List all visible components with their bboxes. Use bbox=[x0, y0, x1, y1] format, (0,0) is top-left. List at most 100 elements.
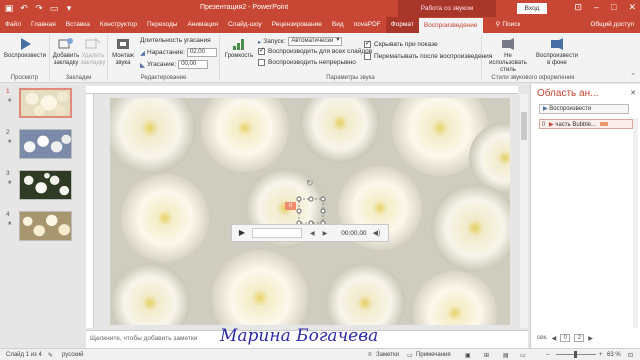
tab-slideshow[interactable]: Слайд-шоу bbox=[223, 17, 267, 33]
search-icon[interactable]: ⚲ bbox=[496, 17, 501, 33]
tab-home[interactable]: Главная bbox=[26, 17, 61, 33]
player-play-icon[interactable]: ▶ bbox=[236, 227, 248, 239]
search-label[interactable]: Поиск bbox=[502, 17, 520, 33]
rewind-checkbox[interactable] bbox=[364, 53, 371, 60]
signin-button[interactable]: Вход bbox=[517, 3, 547, 14]
status-notes-button[interactable]: Заметки bbox=[376, 352, 399, 358]
tab-file[interactable]: Файл bbox=[0, 17, 26, 33]
close-pane-icon[interactable]: ✕ bbox=[630, 89, 636, 97]
spellcheck-icon[interactable]: ✎ bbox=[48, 352, 53, 359]
save-icon[interactable]: ▣ bbox=[4, 3, 14, 13]
zoom-in-icon[interactable]: + bbox=[599, 352, 603, 358]
tab-animations[interactable]: Анимация bbox=[182, 17, 223, 33]
timeline-end[interactable]: 2 bbox=[574, 334, 585, 342]
quick-access-toolbar: ▣ ↶ ↷ ▭ ▾ bbox=[4, 3, 74, 13]
redo-icon[interactable]: ↷ bbox=[34, 3, 44, 13]
animation-item-label: часть Bubble... bbox=[555, 122, 596, 128]
share-button[interactable]: Общий доступ bbox=[590, 17, 634, 33]
play-across-checkbox[interactable] bbox=[258, 46, 265, 55]
group-editing: Монтаж звука Длительность угасания ◢ Нар… bbox=[108, 35, 220, 81]
tab-transitions[interactable]: Переходы bbox=[142, 17, 183, 33]
volume-button[interactable]: Громкость bbox=[224, 37, 254, 60]
tab-playback[interactable]: Воспроизведение bbox=[418, 17, 483, 33]
player-progress-bar[interactable] bbox=[252, 228, 302, 238]
comments-icon[interactable]: ▭ bbox=[407, 352, 413, 359]
start-row: ▸ Запуск: Автоматически bbox=[258, 37, 343, 46]
timeline-left-icon[interactable]: ◀ bbox=[552, 335, 557, 342]
notes-icon[interactable]: ≡ bbox=[368, 352, 372, 358]
add-bookmark-button[interactable]: Добавить закладку bbox=[52, 37, 80, 67]
reading-view-icon[interactable]: ▤ bbox=[503, 352, 509, 359]
normal-view-icon[interactable]: ▣ bbox=[465, 352, 471, 359]
no-style-button[interactable]: Не использовать стиль bbox=[486, 37, 530, 74]
seconds-label: сек. bbox=[537, 335, 548, 341]
close-icon[interactable]: ✕ bbox=[628, 2, 636, 13]
scrollbar-thumb[interactable] bbox=[521, 112, 527, 140]
collapse-ribbon-icon[interactable]: ⌃ bbox=[630, 72, 636, 80]
player-back-icon[interactable]: ◀ bbox=[310, 230, 315, 237]
animation-list-item[interactable]: 0 ▶ часть Bubble... bbox=[539, 119, 633, 129]
hide-checkbox[interactable] bbox=[364, 39, 371, 48]
pane-play-button[interactable]: ▶ Воспроизвести bbox=[539, 104, 629, 114]
hide-label: Скрывать при показе bbox=[374, 41, 438, 48]
rewind-row[interactable]: Перематывать после воспроизведения bbox=[364, 53, 492, 60]
fade-out-input[interactable]: 00,00 bbox=[178, 60, 209, 69]
zoom-slider-knob[interactable] bbox=[574, 351, 577, 358]
remove-bookmark-icon bbox=[85, 37, 101, 51]
player-time: 00:00,00 bbox=[341, 229, 367, 237]
author-signature: Марина Богачева bbox=[220, 326, 379, 346]
slide-sorter-icon[interactable]: ⊞ bbox=[484, 352, 489, 359]
maximize-icon[interactable]: □ bbox=[611, 2, 616, 13]
tab-design[interactable]: Конструктор bbox=[95, 17, 142, 33]
fade-in-row: ◢ Нарастание: 02,00 bbox=[140, 48, 217, 57]
present-icon[interactable]: ▭ bbox=[49, 3, 59, 13]
animation-order-badge: 0 bbox=[285, 202, 296, 210]
animation-star-icon: ★ bbox=[7, 98, 13, 104]
hide-row[interactable]: Скрывать при показе bbox=[364, 39, 438, 48]
fit-to-window-icon[interactable]: ⊡ bbox=[628, 352, 633, 359]
status-language[interactable]: русский bbox=[62, 352, 84, 358]
player-forward-icon[interactable]: ▶ bbox=[323, 230, 328, 237]
slide-thumbnail-2[interactable] bbox=[19, 129, 72, 159]
status-zoom-level[interactable]: 63 % bbox=[607, 352, 621, 358]
loop-checkbox[interactable] bbox=[258, 59, 265, 66]
play-button[interactable]: Воспроизвести bbox=[4, 37, 46, 60]
slide-vertical-scrollbar[interactable] bbox=[520, 94, 528, 328]
tab-format[interactable]: Формат bbox=[385, 17, 419, 33]
rotate-handle-icon[interactable]: ↻ bbox=[306, 178, 314, 189]
group-label-audio-options: Параметры звука bbox=[326, 75, 375, 81]
customize-icon[interactable]: ▾ bbox=[64, 3, 74, 13]
timeline-right-icon[interactable]: ▶ bbox=[588, 335, 593, 342]
slide-thumbnail-1[interactable] bbox=[19, 88, 72, 118]
zoom-out-icon[interactable]: – bbox=[546, 352, 549, 358]
start-select[interactable]: Автоматически bbox=[288, 37, 343, 46]
fade-in-input[interactable]: 02,00 bbox=[186, 48, 217, 57]
timeline-start[interactable]: 0 bbox=[560, 334, 571, 342]
status-comments-button[interactable]: Примечания bbox=[416, 352, 451, 358]
fade-out-row: ◣ Угасание: 00,00 bbox=[140, 60, 209, 69]
slide-thumbnail-3[interactable] bbox=[19, 170, 72, 200]
minimize-icon[interactable]: – bbox=[594, 2, 599, 13]
slide-number-2: 2 bbox=[6, 129, 10, 136]
loop-row[interactable]: Воспроизводить непрерывно bbox=[258, 59, 356, 66]
notes-placeholder[interactable]: Щелкните, чтобы добавить заметки bbox=[90, 335, 197, 342]
tab-insert[interactable]: Вставка bbox=[61, 17, 95, 33]
remove-bookmark-button[interactable]: Удалить закладку bbox=[80, 37, 106, 67]
tab-view[interactable]: Вид bbox=[327, 17, 349, 33]
tab-novapdf[interactable]: novaPDF bbox=[349, 17, 386, 33]
group-audio-options: Громкость ▸ Запуск: Автоматически Воспро… bbox=[220, 35, 492, 81]
audio-object[interactable] bbox=[296, 196, 326, 226]
slideshow-view-icon[interactable]: ▭ bbox=[520, 352, 526, 359]
trim-audio-button[interactable]: Монтаж звука bbox=[110, 37, 136, 67]
player-volume-icon[interactable]: ◀) bbox=[373, 229, 381, 237]
notes-pane[interactable]: Щелкните, чтобы добавить заметки Марина … bbox=[86, 326, 528, 348]
animation-timing-bar bbox=[599, 122, 608, 126]
slide-thumbnail-4[interactable] bbox=[19, 211, 72, 241]
ribbon-options-icon[interactable]: ⊡ bbox=[574, 2, 582, 13]
play-across-row[interactable]: Воспроизводить для всех слайдов bbox=[258, 46, 372, 55]
play-in-background-button[interactable]: Воспроизвести в фоне bbox=[534, 37, 580, 67]
horizontal-ruler bbox=[86, 86, 518, 94]
tab-review[interactable]: Рецензирование bbox=[267, 17, 327, 33]
animation-pane-scrollbar[interactable] bbox=[633, 118, 638, 328]
undo-icon[interactable]: ↶ bbox=[19, 3, 29, 13]
